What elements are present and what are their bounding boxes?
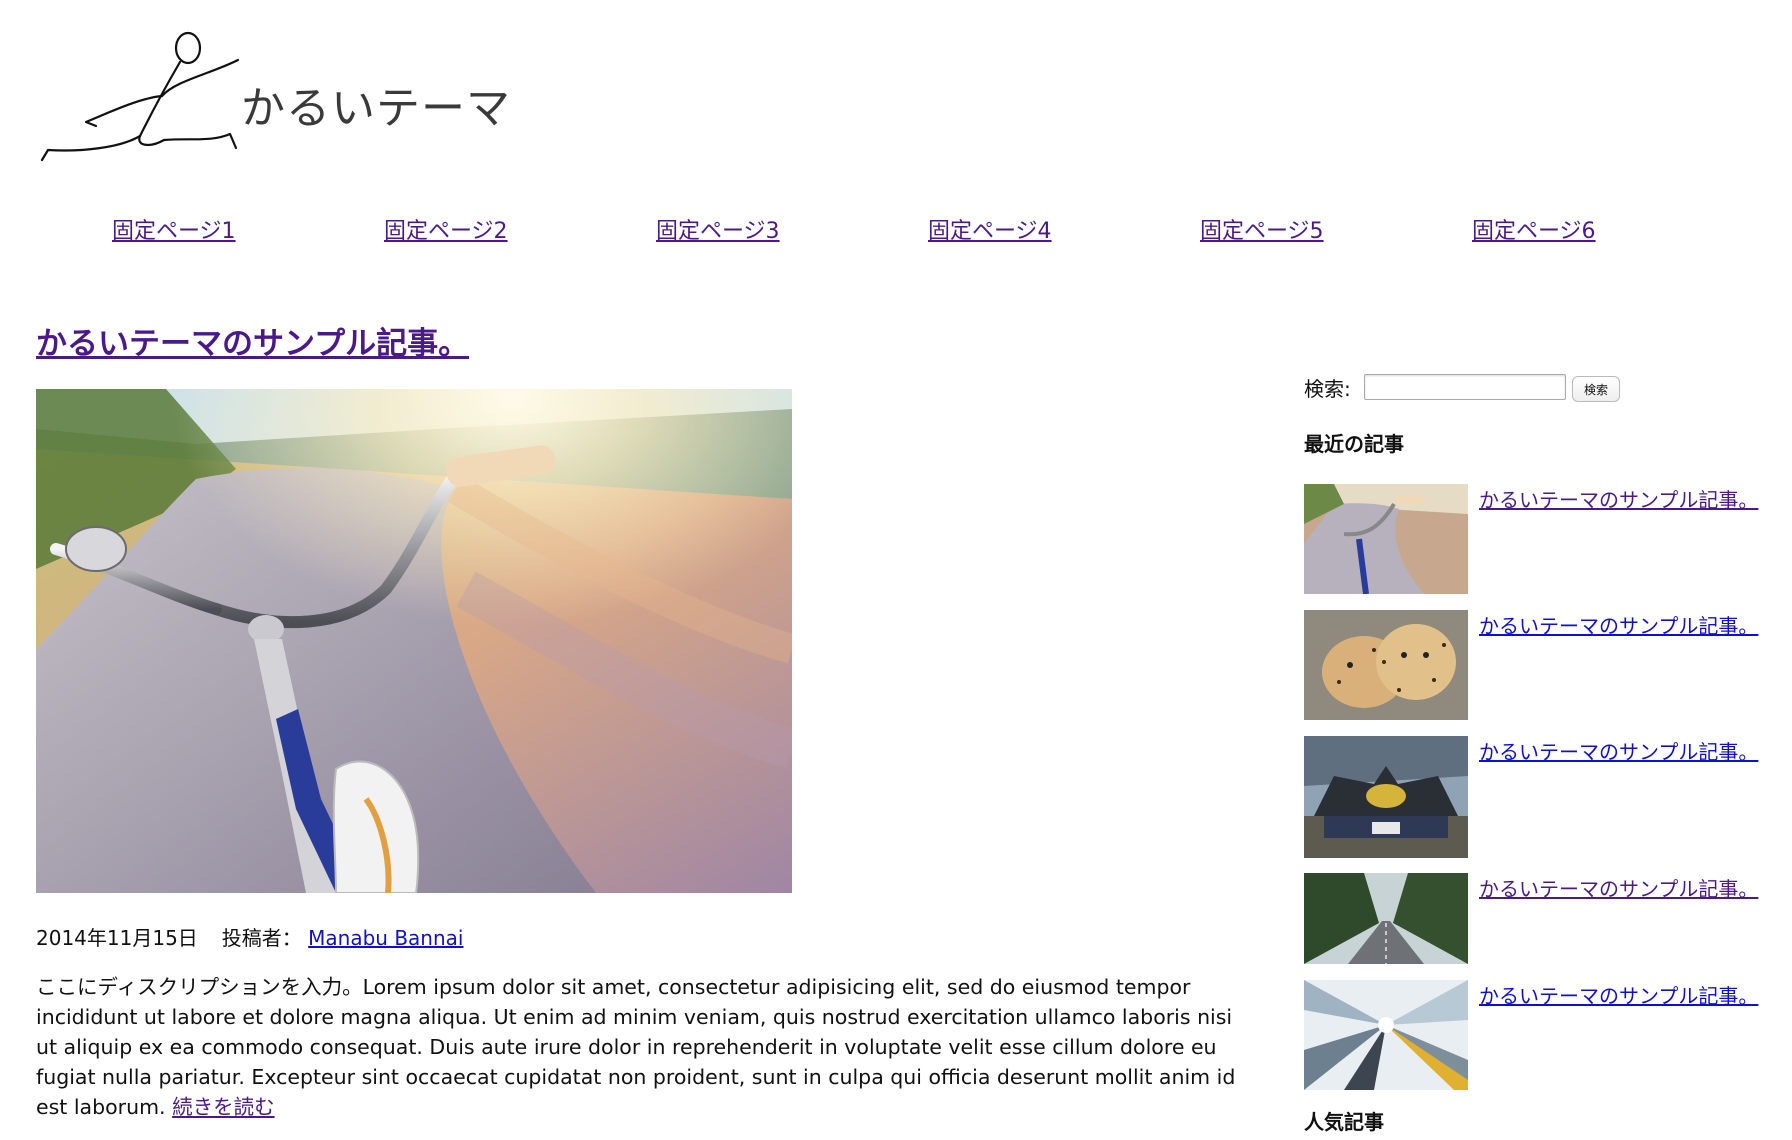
forest-road-thumbnail[interactable] <box>1304 873 1468 964</box>
site-title[interactable]: かるいテーマ <box>241 72 511 136</box>
post-title: かるいテーマのサンプル記事。 <box>36 318 469 363</box>
recent-post-item: かるいテーマのサンプル記事。 <box>1304 980 1784 1090</box>
main-nav: 固定ページ1 固定ページ2 固定ページ3 固定ページ4 固定ページ5 固定ページ… <box>0 213 1792 245</box>
nav-item-page-2[interactable]: 固定ページ2 <box>384 213 508 245</box>
cheetahs-thumbnail[interactable] <box>1304 610 1468 720</box>
post-meta: 2014年11月15日 投稿者： Manabu Bannai <box>36 922 463 951</box>
nav-item-page-1[interactable]: 固定ページ1 <box>112 213 236 245</box>
running-figure-icon <box>40 31 240 162</box>
recent-post-link[interactable]: かるいテーマのサンプル記事。 <box>1479 736 1758 765</box>
author-label: 投稿者： <box>221 926 302 950</box>
recent-post-item: かるいテーマのサンプル記事。 <box>1304 736 1784 858</box>
recent-post-item: かるいテーマのサンプル記事。 <box>1304 610 1784 720</box>
car-rear-thumbnail[interactable] <box>1304 736 1468 858</box>
recent-posts-title: 最近の記事 <box>1304 432 1404 456</box>
recent-post-link[interactable]: かるいテーマのサンプル記事。 <box>1479 484 1758 513</box>
search-button[interactable]: 検索 <box>1572 376 1620 402</box>
author-link[interactable]: Manabu Bannai <box>308 926 463 950</box>
nav-item-page-4[interactable]: 固定ページ4 <box>928 213 1052 245</box>
recent-post-link[interactable]: かるいテーマのサンプル記事。 <box>1479 610 1758 639</box>
nav-item-page-5[interactable]: 固定ページ5 <box>1200 213 1324 245</box>
popular-posts-title: 人気記事 <box>1304 1110 1384 1134</box>
nav-item-page-6[interactable]: 固定ページ6 <box>1472 213 1596 245</box>
search-label: 検索: <box>1304 377 1351 401</box>
recent-post-item: かるいテーマのサンプル記事。 <box>1304 873 1784 964</box>
post-date: 2014年11月15日 <box>36 926 198 950</box>
bicycle-thumbnail[interactable] <box>1304 484 1468 594</box>
light-tunnel-thumbnail[interactable] <box>1304 980 1468 1090</box>
read-more-link[interactable]: 続きを読む <box>172 1095 275 1119</box>
post-title-link[interactable]: かるいテーマのサンプル記事。 <box>36 326 469 362</box>
recent-post-item: かるいテーマのサンプル記事。 <box>1304 484 1784 594</box>
nav-item-page-3[interactable]: 固定ページ3 <box>656 213 780 245</box>
post-featured-image[interactable] <box>36 389 792 893</box>
recent-post-link[interactable]: かるいテーマのサンプル記事。 <box>1479 873 1758 902</box>
recent-post-link[interactable]: かるいテーマのサンプル記事。 <box>1479 980 1758 1009</box>
search-input[interactable] <box>1364 374 1566 400</box>
post-excerpt: ここにディスクリプションを入力。Lorem ipsum dolor sit am… <box>36 972 1256 1122</box>
